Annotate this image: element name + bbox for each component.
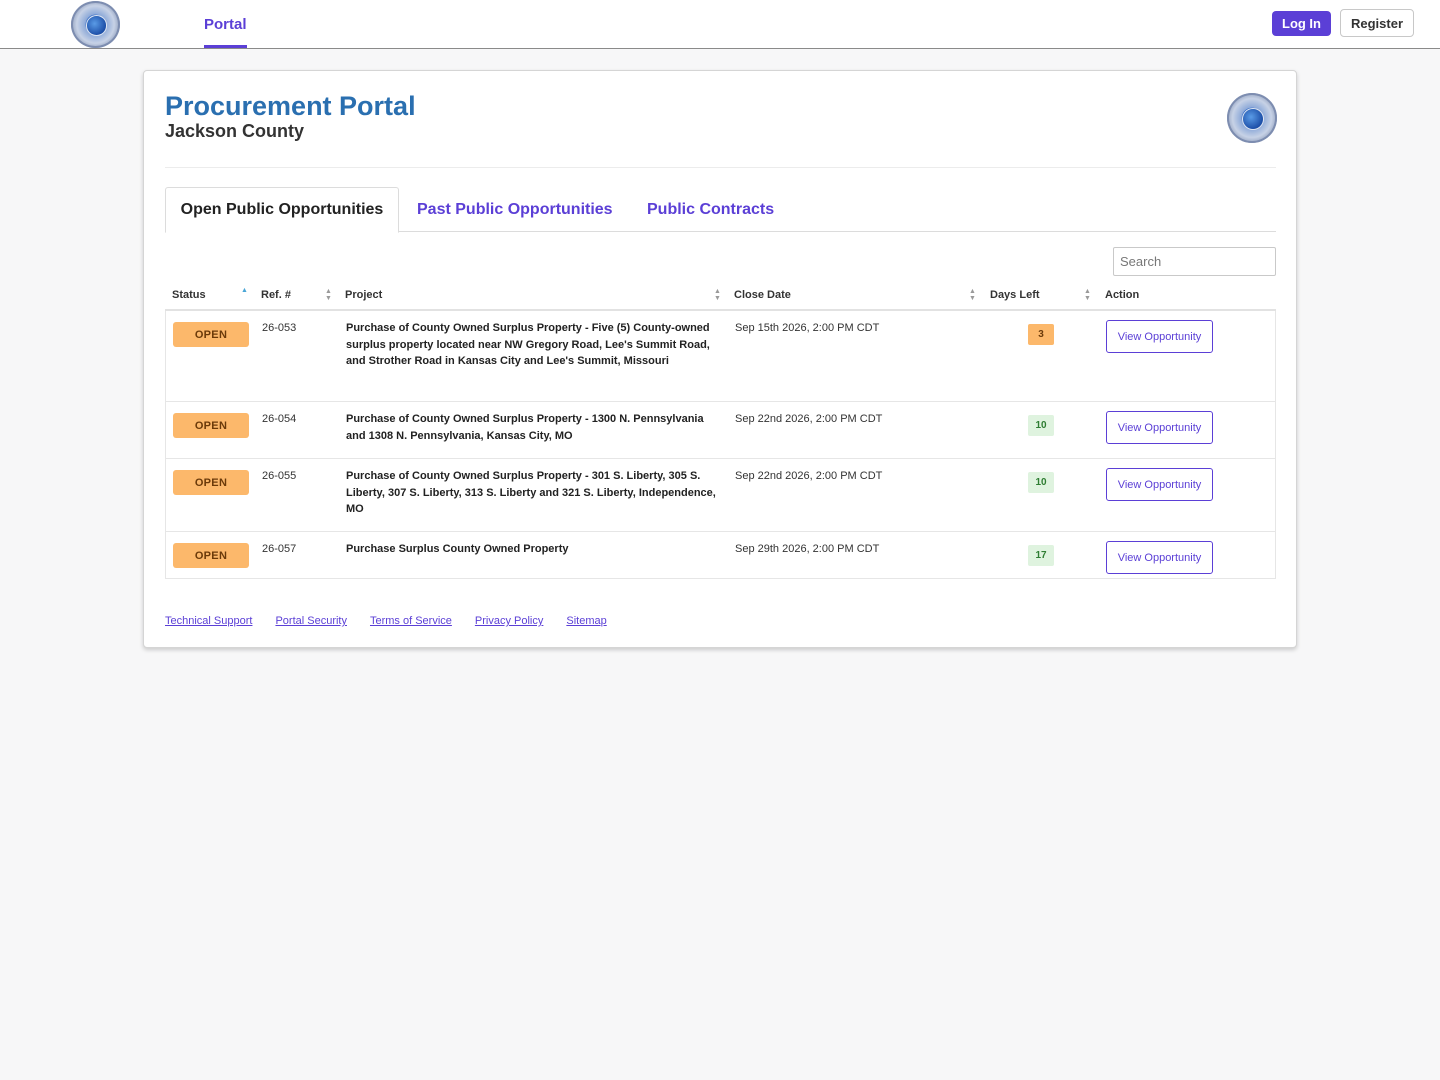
column-header-status[interactable]: Status [172, 279, 206, 311]
sort-icon[interactable]: ▲ ▼ [969, 279, 976, 311]
days-left-badge: 10 [1028, 472, 1054, 493]
project-name: Purchase of County Owned Surplus Propert… [346, 322, 710, 367]
days-left-badge: 10 [1028, 415, 1054, 436]
ref-number: 26-053 [262, 322, 297, 334]
login-button[interactable]: Log In [1272, 11, 1331, 36]
close-date: Sep 15th 2026, 2:00 PM CDT [735, 322, 880, 334]
view-opportunity-button[interactable]: View Opportunity [1106, 320, 1213, 353]
tab-bar: Open Public Opportunities Past Public Op… [165, 187, 1276, 233]
page-title: Procurement Portal [165, 91, 416, 121]
nav-portal-link[interactable]: Portal [204, 0, 247, 48]
county-seal-icon [1227, 93, 1277, 143]
status-badge: OPEN [173, 322, 249, 347]
close-date: Sep 22nd 2026, 2:00 PM CDT [735, 413, 883, 425]
table-row: OPEN 26-053 Purchase of County Owned Sur… [166, 311, 1275, 401]
search-input[interactable] [1113, 247, 1276, 276]
footer-link-sitemap[interactable]: Sitemap [566, 615, 606, 627]
page-subtitle: Jackson County [165, 121, 305, 141]
footer-link-technical-support[interactable]: Technical Support [165, 615, 252, 627]
table-row: OPEN 26-055 Purchase of County Owned Sur… [166, 458, 1275, 531]
nav-active-indicator [204, 45, 247, 48]
days-left-badge: 3 [1028, 324, 1054, 345]
status-badge: OPEN [173, 413, 249, 438]
project-name: Purchase of County Owned Surplus Propert… [346, 413, 704, 442]
sort-icon[interactable]: ▲ ▼ [1084, 279, 1091, 311]
column-header-ref[interactable]: Ref. # [261, 279, 291, 311]
county-seal-icon[interactable] [71, 1, 120, 48]
footer-link-privacy-policy[interactable]: Privacy Policy [475, 615, 543, 627]
opportunities-table: Status ▲ Ref. # ▲ ▼ Project ▲ ▼ Close Date… [165, 279, 1276, 579]
column-header-days-left[interactable]: Days Left [990, 279, 1040, 311]
footer-links: Technical Support Portal Security Terms … [165, 615, 630, 627]
main-card: Procurement Portal Jackson County Open P… [143, 70, 1297, 648]
column-header-project[interactable]: Project [345, 279, 382, 311]
close-date: Sep 22nd 2026, 2:00 PM CDT [735, 470, 883, 482]
nav-portal-label: Portal [204, 15, 247, 33]
ref-number: 26-054 [262, 413, 297, 425]
footer-link-terms-of-service[interactable]: Terms of Service [370, 615, 452, 627]
ref-number: 26-055 [262, 470, 297, 482]
table-row: OPEN 26-057 Purchase Surplus County Owne… [166, 531, 1275, 578]
column-header-close-date[interactable]: Close Date [734, 279, 791, 311]
tab-past-opportunities[interactable]: Past Public Opportunities [417, 187, 613, 232]
view-opportunity-button[interactable]: View Opportunity [1106, 411, 1213, 444]
top-nav-bar: Portal Log In Register [0, 0, 1440, 49]
sort-icon[interactable]: ▲ ▼ [714, 279, 721, 311]
ref-number: 26-057 [262, 543, 297, 555]
status-badge: OPEN [173, 543, 249, 568]
close-date: Sep 29th 2026, 2:00 PM CDT [735, 543, 880, 555]
table-body: OPEN 26-053 Purchase of County Owned Sur… [165, 311, 1276, 579]
table-header: Status ▲ Ref. # ▲ ▼ Project ▲ ▼ Close Date… [165, 279, 1276, 311]
footer-link-portal-security[interactable]: Portal Security [275, 615, 347, 627]
tab-public-contracts[interactable]: Public Contracts [647, 187, 774, 232]
header-divider [165, 167, 1276, 168]
status-badge: OPEN [173, 470, 249, 495]
tab-open-opportunities[interactable]: Open Public Opportunities [165, 187, 399, 233]
project-name: Purchase Surplus County Owned Property [346, 543, 569, 555]
table-row: OPEN 26-054 Purchase of County Owned Sur… [166, 401, 1275, 458]
sort-asc-icon[interactable]: ▲ [241, 279, 248, 311]
days-left-badge: 17 [1028, 545, 1054, 566]
project-name: Purchase of County Owned Surplus Propert… [346, 470, 716, 515]
view-opportunity-button[interactable]: View Opportunity [1106, 541, 1213, 574]
column-header-action: Action [1105, 289, 1140, 301]
register-button[interactable]: Register [1340, 9, 1414, 37]
view-opportunity-button[interactable]: View Opportunity [1106, 468, 1213, 501]
sort-icon[interactable]: ▲ ▼ [325, 279, 332, 311]
